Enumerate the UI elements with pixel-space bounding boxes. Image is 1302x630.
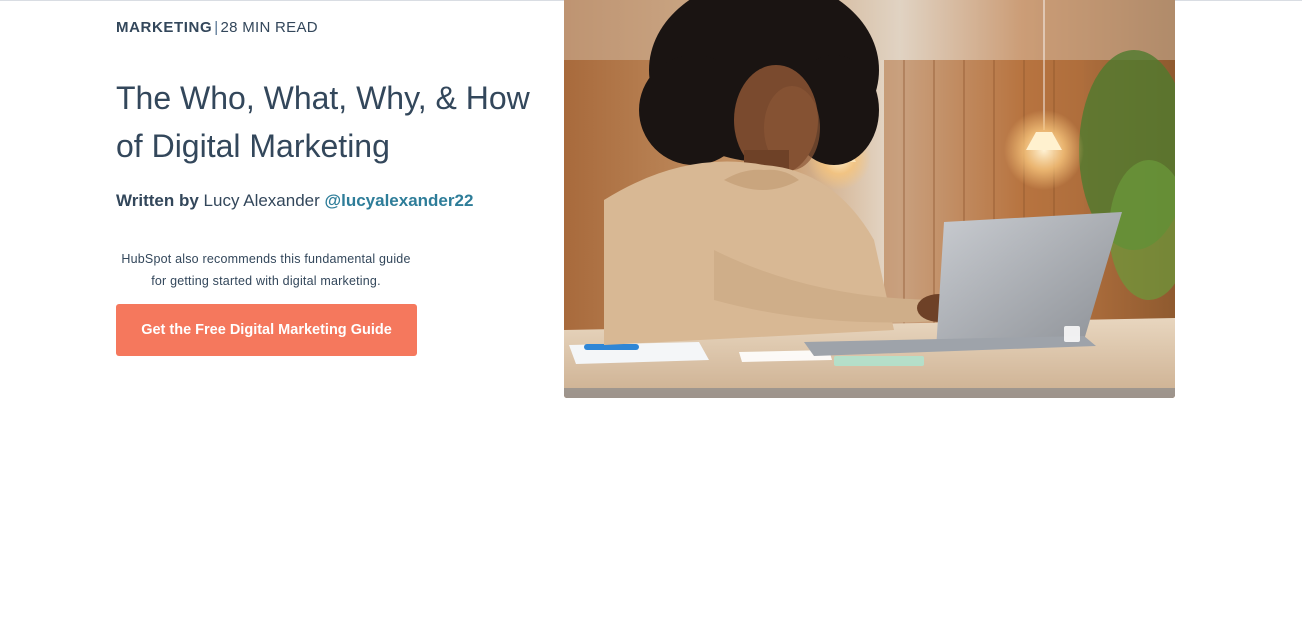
hero-image <box>564 0 1175 398</box>
article-meta: MARKETING | 28 MIN READ <box>116 18 318 38</box>
free-guide-cta-button[interactable]: Get the Free Digital Marketing Guide <box>116 304 417 356</box>
article-title: The Who, What, Why, & How of Digital Mar… <box>116 80 530 164</box>
hero-photo-illustration <box>564 0 1175 398</box>
recommendation-text: HubSpot also recommends this fundamental… <box>121 252 411 288</box>
read-time: 28 MIN READ <box>220 19 318 36</box>
byline: Written by Lucy Alexander @lucyalexander… <box>116 189 473 213</box>
category-label[interactable]: MARKETING <box>116 19 212 36</box>
byline-prefix: Written by <box>116 191 199 210</box>
author-name: Lucy Alexander <box>203 191 320 210</box>
author-handle-link[interactable]: @lucyalexander22 <box>325 191 474 210</box>
meta-separator: | <box>214 19 219 36</box>
